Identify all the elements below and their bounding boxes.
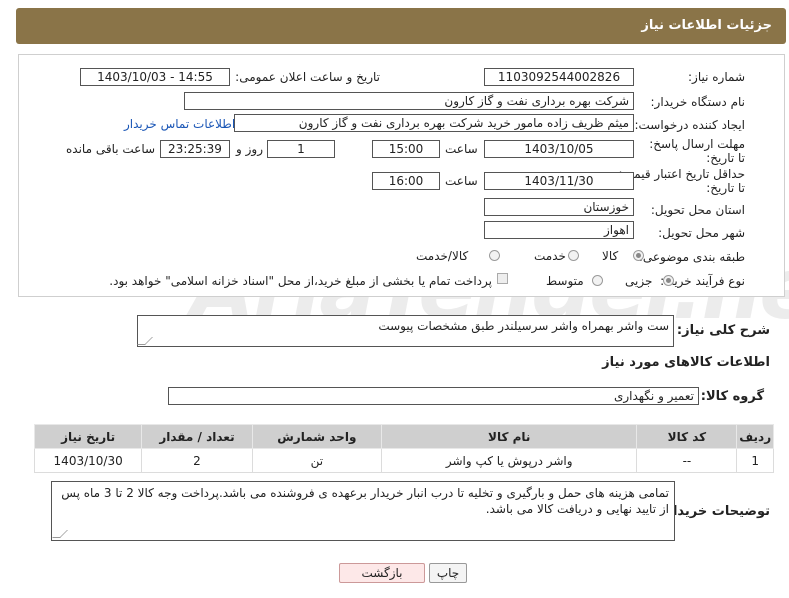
cell-need-date: 1403/10/30 <box>33 448 143 473</box>
category-both-label: کالا/خدمت <box>416 249 469 263</box>
buyer-org-field: شرکت بهره برداری نفت و گاز کارون <box>184 92 634 110</box>
remaining-label: ساعت باقی مانده <box>66 142 156 156</box>
purchase-minor-label: جزیی <box>625 274 653 288</box>
province-field: خوزستان <box>484 198 634 216</box>
purchase-medium-label: متوسط <box>546 274 584 288</box>
col-row-number: ردیف <box>736 424 774 449</box>
purchase-minor-radio[interactable] <box>663 275 674 286</box>
cell-quantity: 2 <box>141 448 253 473</box>
goods-section-title: اطلاعات کالاهای مورد نیاز <box>602 355 770 370</box>
col-item-name: نام کالا <box>380 424 638 449</box>
col-unit: واحد شمارش <box>251 424 382 449</box>
category-label: طبقه بندی موضوعی: <box>638 250 745 264</box>
items-table: ردیف کد کالا نام کالا واحد شمارش تعداد /… <box>33 424 774 473</box>
cell-row-number: 1 <box>736 448 774 473</box>
description-field: ست واشر بهمراه واشر سرسیلندر طبق مشخصات … <box>137 315 674 347</box>
treasury-note: پرداخت تمام یا بخشی از مبلغ خرید،از محل … <box>109 274 492 288</box>
cell-unit: تن <box>251 448 382 473</box>
table-header-row: ردیف کد کالا نام کالا واحد شمارش تعداد /… <box>33 424 774 449</box>
announce-date-field: 1403/10/03 - 14:55 <box>80 68 230 86</box>
remaining-days-field: 1 <box>267 140 335 158</box>
print-button[interactable]: چاپ <box>429 563 467 583</box>
price-validity-label: حداقل تاریخ اعتبار قیمت: تا تاریخ: <box>618 167 745 195</box>
buyer-org-label: نام دستگاه خریدار: <box>650 95 746 109</box>
need-number-field: 1103092544002826 <box>484 68 634 86</box>
back-button[interactable]: بازگشت <box>339 563 425 583</box>
price-validity-date-field: 1403/11/30 <box>484 172 634 190</box>
requester-label: ایجاد کننده درخواست: <box>634 118 745 132</box>
reply-time-label: ساعت <box>445 142 478 156</box>
requester-field: میثم ظریف زاده مامور خرید شرکت بهره بردا… <box>234 114 634 132</box>
category-service-label: خدمت <box>534 249 566 263</box>
cell-item-name: واشر درپوش یا کپ واشر <box>380 448 638 473</box>
buyer-notes-label: توضیحات خریدار: <box>660 504 770 519</box>
page-title: جزئیات اطلاعات نیاز <box>641 18 772 33</box>
reply-time-field: 15:00 <box>372 140 440 158</box>
purchase-medium-radio[interactable] <box>592 275 603 286</box>
treasury-checkbox[interactable] <box>497 273 508 284</box>
province-label: استان محل تحویل: <box>650 203 745 217</box>
price-validity-time-field: 16:00 <box>372 172 440 190</box>
table-row: 1 -- واشر درپوش یا کپ واشر تن 2 1403/10/… <box>33 448 774 473</box>
reply-date-field: 1403/10/05 <box>484 140 634 158</box>
category-both-radio[interactable] <box>489 250 500 261</box>
cell-item-code: -- <box>636 448 738 473</box>
city-label: شهر محل تحویل: <box>658 226 745 240</box>
buyer-contact-link[interactable]: اطلاعات تماس خریدار <box>124 117 235 131</box>
category-goods-radio[interactable] <box>633 250 644 261</box>
col-quantity: تعداد / مقدار <box>141 424 253 449</box>
col-item-code: کد کالا <box>636 424 738 449</box>
announce-date-label: تاریخ و ساعت اعلان عمومی: <box>235 70 380 84</box>
description-label: شرح کلی نیاز: <box>676 323 770 338</box>
days-label: روز و <box>236 142 263 156</box>
reply-deadline-label: مهلت ارسال پاسخ: تا تاریخ: <box>649 137 745 165</box>
category-goods-label: کالا <box>602 249 619 263</box>
need-number-label: شماره نیاز: <box>688 70 745 84</box>
col-need-date: تاریخ نیاز <box>33 424 143 449</box>
goods-group-label: گروه کالا: <box>700 389 764 404</box>
page-header: جزئیات اطلاعات نیاز <box>16 8 786 44</box>
category-service-radio[interactable] <box>568 250 579 261</box>
goods-group-field: تعمیر و نگهداری <box>168 387 699 405</box>
remaining-time-field: 23:25:39 <box>160 140 230 158</box>
city-field: اهواز <box>484 221 634 239</box>
price-validity-time-label: ساعت <box>445 174 478 188</box>
buyer-notes-field: تمامی هزینه های حمل و بارگیری و تخلیه تا… <box>51 481 675 541</box>
